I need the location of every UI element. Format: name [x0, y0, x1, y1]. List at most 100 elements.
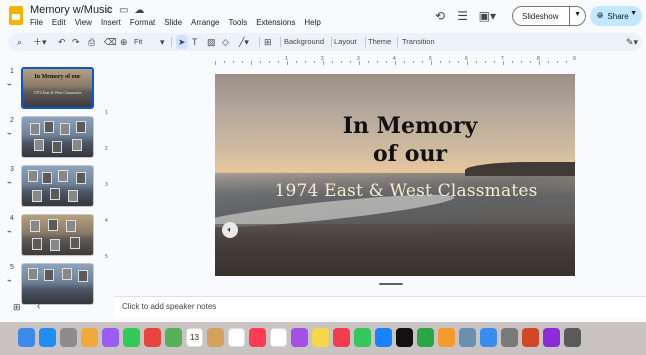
chevron-down-icon[interactable]: ▼: [574, 11, 581, 18]
move-folder-icon[interactable]: ▭: [119, 5, 128, 16]
speaker-notes[interactable]: Click to add speaker notes: [114, 296, 646, 318]
menu-insert[interactable]: Insert: [101, 18, 121, 27]
menu-file[interactable]: File: [30, 18, 43, 27]
slideshow-button[interactable]: Slideshow ▼: [512, 6, 586, 26]
filmstrip-slide[interactable]: 2 ⌁: [0, 115, 100, 161]
redo-icon[interactable]: ↷: [72, 35, 80, 49]
shape-icon[interactable]: ◇: [222, 35, 229, 49]
new-slide-icon[interactable]: ＋▾: [33, 35, 47, 49]
document-title[interactable]: Memory w/Music: [30, 4, 113, 16]
mail-icon[interactable]: [480, 328, 497, 347]
launchpad-icon[interactable]: [60, 328, 77, 347]
portrait-photo: [72, 139, 82, 151]
app-grid-icon[interactable]: [564, 328, 581, 347]
undo-icon[interactable]: ↶: [58, 35, 66, 49]
slides-logo-icon[interactable]: [9, 6, 23, 25]
horizontal-ruler[interactable]: 1 2 3 4 5 6 7 8 9: [215, 56, 576, 65]
chevron-left-icon[interactable]: ‹: [37, 301, 40, 312]
line-icon[interactable]: ╱▾: [239, 35, 249, 49]
layout-button[interactable]: Layout: [334, 35, 357, 49]
slide-canvas[interactable]: In Memory of our 1974 East & West Classm…: [215, 74, 575, 276]
chrome-icon[interactable]: [144, 328, 161, 347]
zoom-icon[interactable]: ⊕: [120, 35, 128, 49]
finder-icon[interactable]: [18, 328, 35, 347]
link-icon: ⌁: [7, 227, 12, 236]
portrait-photo: [28, 268, 38, 280]
filmstrip-slide[interactable]: 1 ⌁ In Memory of our 1974 East & West Cl…: [0, 66, 100, 112]
theme-button[interactable]: Theme: [368, 35, 391, 49]
menu-extensions[interactable]: Extensions: [256, 18, 295, 27]
filmstrip-slide[interactable]: 3 ⌁: [0, 164, 100, 210]
news-icon[interactable]: [333, 328, 350, 347]
comments-icon[interactable]: ☰: [457, 9, 468, 23]
portrait-photo: [32, 238, 42, 250]
print-icon[interactable]: ⎙: [88, 35, 95, 49]
search-menus-icon[interactable]: ⌕: [17, 35, 22, 49]
background-button[interactable]: Background: [284, 35, 324, 49]
cloud-status-icon[interactable]: ☁: [134, 5, 144, 16]
version-history-icon[interactable]: ⟲: [435, 9, 445, 23]
ruler-tick: [485, 61, 486, 63]
divider: [331, 37, 332, 47]
text-box-icon[interactable]: T: [192, 35, 198, 49]
messenger-icon[interactable]: [102, 328, 119, 347]
ruler-tick: [413, 61, 414, 63]
portrait-photo: [76, 121, 86, 133]
podcasts-icon[interactable]: [291, 328, 308, 347]
preview-icon[interactable]: [459, 328, 476, 347]
numbers-icon[interactable]: [417, 328, 434, 347]
safari-icon[interactable]: [39, 328, 56, 347]
photos-icon[interactable]: [81, 328, 98, 347]
slide-thumbnail[interactable]: [21, 116, 94, 158]
image-icon[interactable]: ▨: [207, 35, 216, 49]
ruler-number: 5: [105, 254, 108, 260]
notes-icon[interactable]: [312, 328, 329, 347]
slide-number: 1: [10, 68, 14, 75]
slide-thumbnail[interactable]: [21, 165, 94, 207]
app-store-icon[interactable]: [375, 328, 392, 347]
slide-thumbnail[interactable]: [21, 214, 94, 256]
header-actions: ⟲ ☰ ▣▾ Slideshow ▼ 🌐︎ Share ▼: [406, 4, 646, 28]
music-icon[interactable]: [249, 328, 266, 347]
menu-tools[interactable]: Tools: [229, 18, 248, 27]
powerpoint-icon[interactable]: [522, 328, 539, 347]
slide-thumbnail[interactable]: In Memory of our 1974 East & West Classm…: [21, 67, 94, 109]
menu-format[interactable]: Format: [130, 18, 155, 27]
star-icon[interactable]: ☆: [104, 5, 113, 16]
reminders-icon[interactable]: [228, 328, 245, 347]
slide-subtitle[interactable]: 1974 East & West Classmates: [237, 181, 575, 201]
game-icon[interactable]: [543, 328, 560, 347]
menu-edit[interactable]: Edit: [52, 18, 66, 27]
slide-title[interactable]: In Memory of our: [245, 112, 575, 168]
messages-icon[interactable]: [123, 328, 140, 347]
share-button[interactable]: 🌐︎ Share ▼: [590, 6, 642, 26]
transition-button[interactable]: Transition: [402, 35, 435, 49]
filmstrip-slide[interactable]: 4 ⌁: [0, 213, 100, 259]
chevron-down-icon[interactable]: ▾: [160, 35, 165, 49]
calendar-icon[interactable]: 13: [186, 328, 203, 347]
chevron-down-icon[interactable]: ▼: [630, 10, 637, 17]
meet-icon[interactable]: ▣▾: [479, 9, 496, 23]
pen-chevron-icon[interactable]: ✎▾: [626, 35, 638, 49]
select-cursor-icon[interactable]: ➤: [176, 35, 188, 49]
menu-view[interactable]: View: [75, 18, 92, 27]
menu-slide[interactable]: Slide: [164, 18, 182, 27]
notes-app-icon[interactable]: [207, 328, 224, 347]
tv-icon[interactable]: [396, 328, 413, 347]
maps-icon[interactable]: [165, 328, 182, 347]
speaker-icon[interactable]: 🔈︎: [222, 222, 238, 238]
zoom-select[interactable]: Fit: [134, 35, 142, 49]
freeform-icon[interactable]: [270, 328, 287, 347]
vertical-ruler[interactable]: 1 2 3 4 5: [104, 74, 112, 276]
notes-resize-handle[interactable]: [379, 283, 403, 285]
add-comment-icon[interactable]: ⊞: [264, 35, 272, 49]
settings-icon[interactable]: [501, 328, 518, 347]
facetime-icon[interactable]: [354, 328, 371, 347]
grid-view-icon[interactable]: ⊞: [13, 302, 21, 313]
portrait-photo: [42, 172, 52, 184]
pages-icon[interactable]: [438, 328, 455, 347]
menu-arrange[interactable]: Arrange: [191, 18, 219, 27]
slideshow-label: Slideshow: [522, 11, 559, 21]
paint-format-icon[interactable]: ⌫: [104, 35, 117, 49]
menu-help[interactable]: Help: [304, 18, 320, 27]
